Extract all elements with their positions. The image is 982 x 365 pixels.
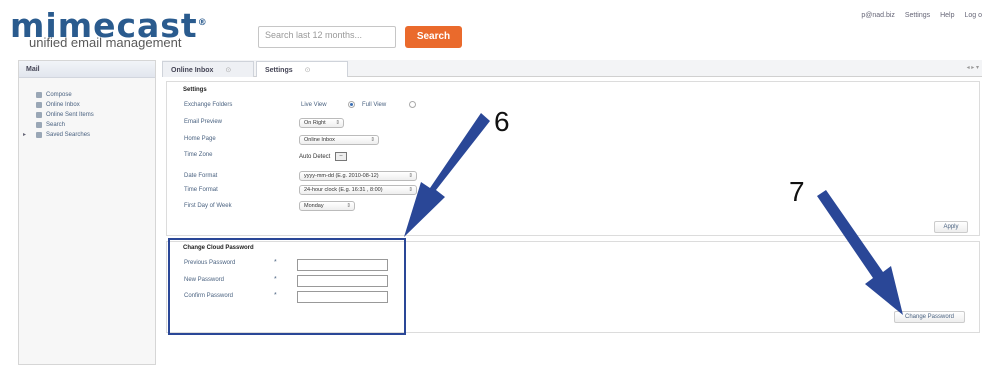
arrow-7-icon — [817, 190, 903, 315]
annotation-step-7: 7 — [789, 176, 805, 207]
annotation-step-6: 6 — [494, 106, 510, 137]
arrow-6-icon — [404, 113, 490, 237]
annotation-arrows — [404, 113, 903, 315]
